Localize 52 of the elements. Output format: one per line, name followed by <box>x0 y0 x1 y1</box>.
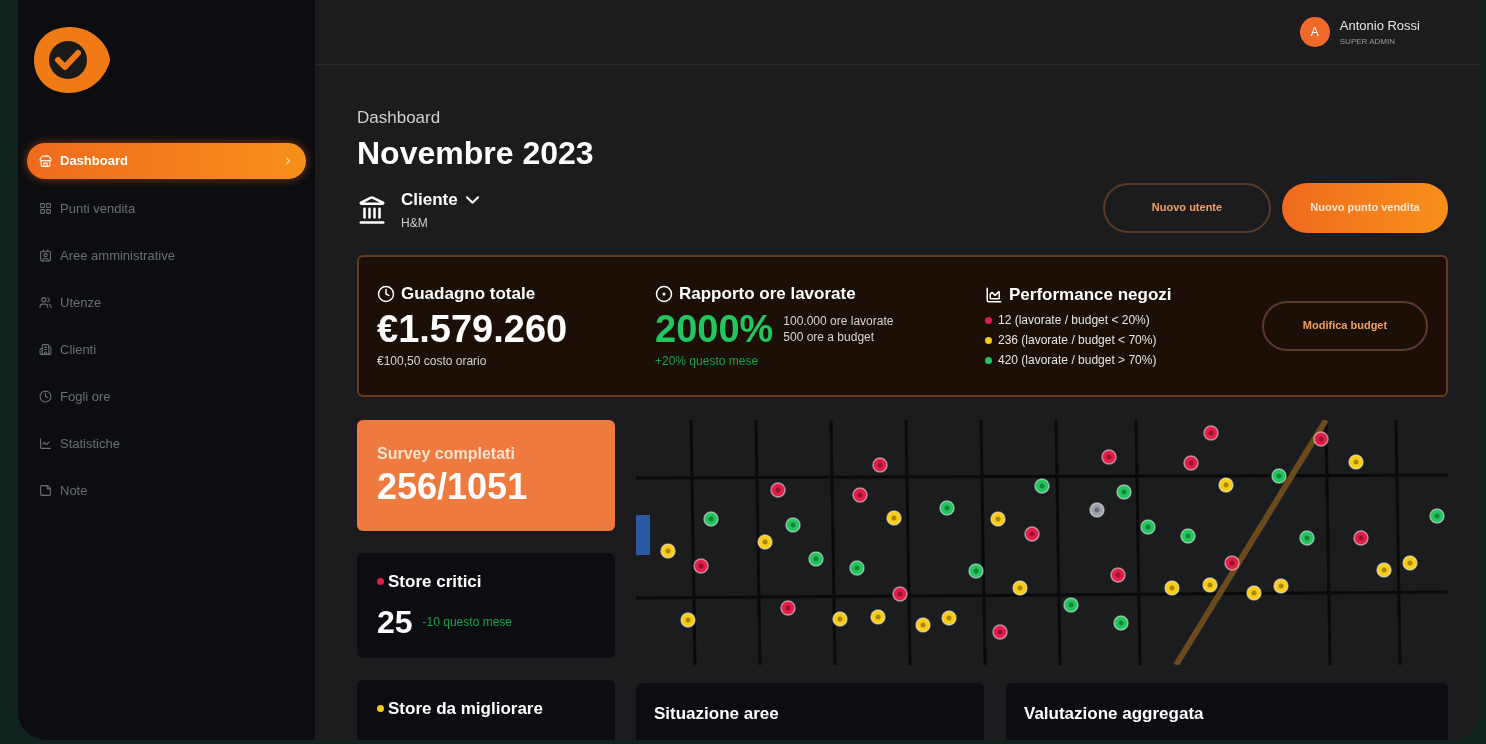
legend-text: 236 (lavorate / budget < 70%) <box>998 332 1157 350</box>
legend-text: 12 (lavorate / budget < 20%) <box>998 312 1150 330</box>
outline-button[interactable]: Nuovo utente <box>1103 182 1271 233</box>
sidebar-item[interactable]: Statistiche <box>27 426 306 461</box>
building-icon <box>39 343 52 356</box>
sidebar-item[interactable]: Clienti <box>27 332 306 367</box>
stat-title: Performance negozi <box>1009 283 1172 306</box>
sidebar-item[interactable]: Utenze <box>27 285 306 320</box>
card-title: Survey completati <box>377 443 516 464</box>
area-chart-icon <box>985 285 1003 304</box>
stat-detail: 100.000 ore lavorate <box>783 313 894 330</box>
stat-note: €100,50 costo orario <box>377 353 488 371</box>
chevron-down-icon <box>465 195 479 204</box>
client-dropdown[interactable]: Cliente <box>401 186 479 213</box>
panel-title: Situazione aree <box>654 703 779 723</box>
panel-title: Valutazione aggregata <box>1024 703 1204 723</box>
user-role: SUPER ADMIN <box>1339 35 1396 48</box>
stat-value: €1.579.260 <box>377 307 569 353</box>
sidebar-item[interactable]: Dashboard <box>27 143 306 179</box>
users-icon <box>39 296 52 309</box>
sidebar-item[interactable]: Fogli ore <box>27 379 306 414</box>
stat-detail: 500 ore a budget <box>783 329 876 346</box>
sidebar-item[interactable]: Aree amministrative <box>27 238 306 273</box>
card-title: Store da migliorare <box>388 697 543 720</box>
stat-trend: +20% questo mese <box>655 353 760 371</box>
card-value: 25 <box>377 603 413 642</box>
stat-title: Guadagno totale <box>401 282 536 305</box>
note-icon <box>39 484 52 497</box>
sidebar-item[interactable]: Note <box>27 473 306 508</box>
sidebar-item[interactable]: Punti vendita <box>27 191 306 226</box>
bank-icon <box>357 194 387 225</box>
legend-text: 420 (lavorate / budget > 70%) <box>998 352 1157 370</box>
card-title: Store critici <box>388 570 482 593</box>
card-trend: -10 questo mese <box>422 614 512 631</box>
client-value: H&M <box>401 215 429 233</box>
logo-icon <box>34 25 110 95</box>
store-icon <box>39 154 52 168</box>
user-name: Antonio Rossi <box>1339 17 1420 36</box>
avatar[interactable]: A <box>1299 17 1330 47</box>
clock-icon <box>39 390 52 403</box>
clock-icon <box>377 284 395 303</box>
stat-value: 2000% <box>655 307 774 353</box>
card-value: 256/1051 <box>377 465 529 508</box>
target-icon <box>655 284 673 303</box>
grid-icon <box>39 202 52 215</box>
primary-button[interactable]: Nuovo punto vendita <box>1282 182 1448 233</box>
page-title: Novembre 2023 <box>357 133 595 173</box>
line-chart-icon <box>39 437 52 450</box>
breadcrumb: Dashboard <box>357 107 442 129</box>
stat-title: Rapporto ore lavorate <box>679 282 856 305</box>
contact-icon <box>39 249 52 262</box>
outline-button[interactable]: Modifica budget <box>1262 300 1428 351</box>
